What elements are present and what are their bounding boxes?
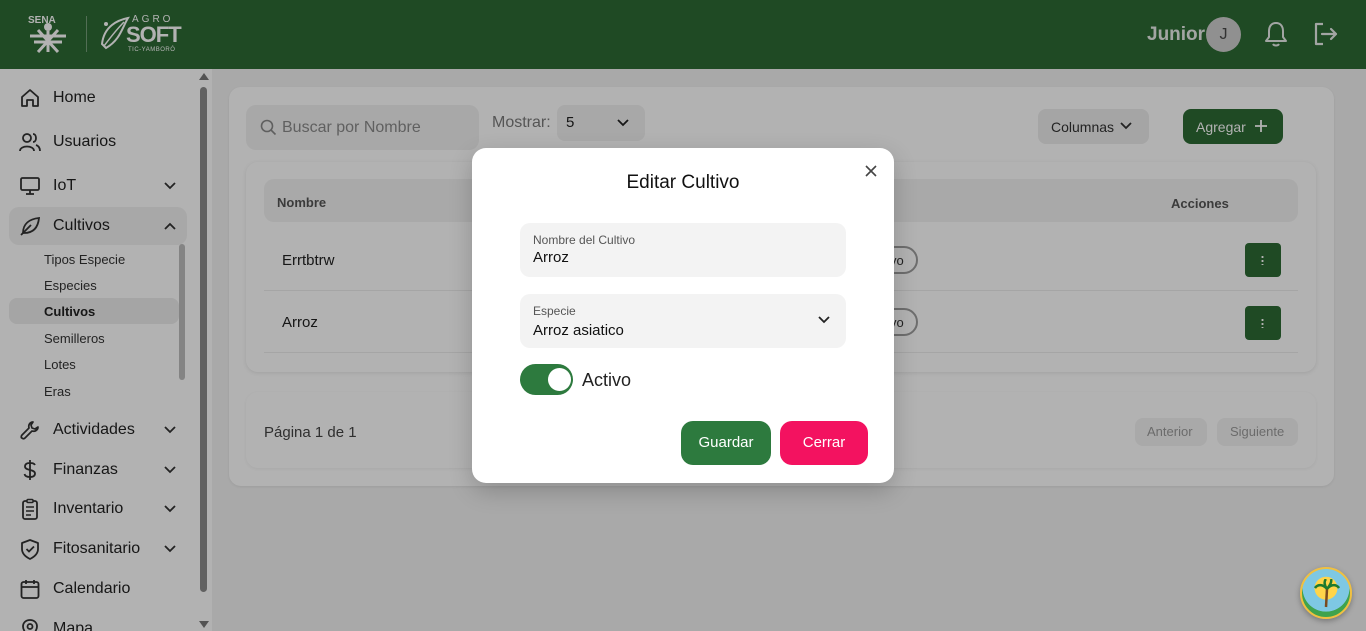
chevron-down-icon — [818, 316, 830, 324]
assistant-fab[interactable] — [1300, 567, 1352, 619]
guardar-button[interactable]: Guardar — [681, 421, 771, 465]
palm-tree-icon — [1314, 579, 1340, 608]
activo-label: Activo — [582, 370, 632, 390]
activo-toggle[interactable] — [520, 364, 573, 395]
especie-label: Especie — [533, 304, 576, 318]
cerrar-button[interactable]: Cerrar — [780, 421, 868, 465]
nombre-cultivo-value[interactable]: Arroz — [533, 249, 569, 266]
especie-select[interactable]: Especie Arroz asiatico — [520, 294, 846, 348]
toggle-knob — [548, 368, 571, 391]
close-icon[interactable] — [863, 163, 879, 179]
modal-title: Editar Cultivo — [626, 172, 740, 193]
edit-cultivo-modal: Editar Cultivo Nombre del Cultivo Arroz … — [472, 148, 894, 483]
nombre-cultivo-label: Nombre del Cultivo — [533, 233, 636, 247]
nombre-cultivo-field[interactable]: Nombre del Cultivo Arroz — [520, 223, 846, 277]
especie-value: Arroz asiatico — [533, 322, 624, 339]
